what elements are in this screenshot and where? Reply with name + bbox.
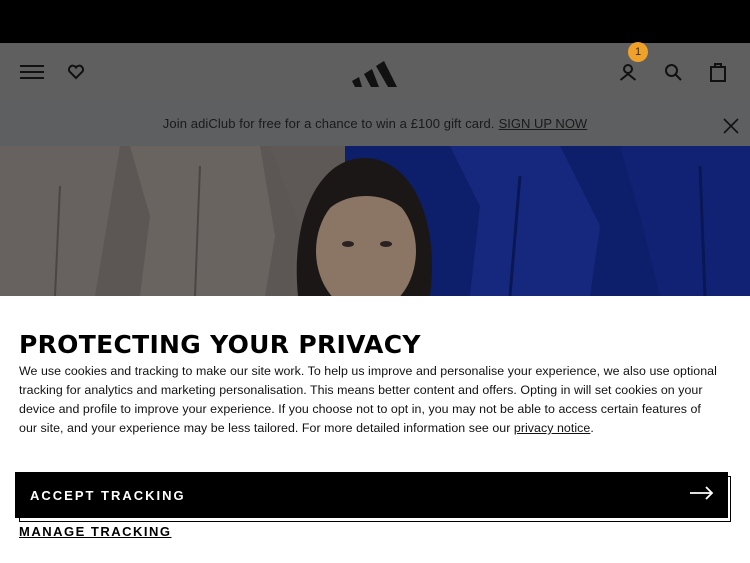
shopping-bag-icon[interactable] xyxy=(708,61,728,83)
arrow-right-icon xyxy=(690,485,714,505)
accept-tracking-button[interactable]: ACCEPT TRACKING xyxy=(15,472,728,518)
privacy-body-text: We use cookies and tracking to make our … xyxy=(19,364,717,435)
account-notification-badge: 1 xyxy=(628,42,648,62)
privacy-title: PROTECTING YOUR PRIVACY xyxy=(19,330,421,359)
promo-banner: Join adiClub for free for a chance to wi… xyxy=(0,100,750,146)
privacy-consent-panel: PROTECTING YOUR PRIVACY We use cookies a… xyxy=(0,296,750,563)
hero-image xyxy=(0,146,750,296)
user-icon[interactable] xyxy=(618,62,638,82)
heart-icon[interactable] xyxy=(66,62,86,82)
signup-link[interactable]: SIGN UP NOW xyxy=(499,116,588,131)
accept-tracking-label: ACCEPT TRACKING xyxy=(30,487,186,503)
top-black-bar xyxy=(0,0,750,43)
privacy-body-end: . xyxy=(590,421,594,435)
close-icon[interactable] xyxy=(722,117,740,135)
manage-tracking-link[interactable]: MANAGE TRACKING xyxy=(19,524,172,539)
hamburger-menu-icon[interactable] xyxy=(20,61,44,83)
promo-text: Join adiClub for free for a chance to wi… xyxy=(162,115,495,131)
privacy-notice-link[interactable]: privacy notice xyxy=(514,421,590,435)
privacy-body: We use cookies and tracking to make our … xyxy=(19,362,719,438)
search-icon[interactable] xyxy=(663,62,683,82)
adidas-logo[interactable] xyxy=(350,56,400,88)
